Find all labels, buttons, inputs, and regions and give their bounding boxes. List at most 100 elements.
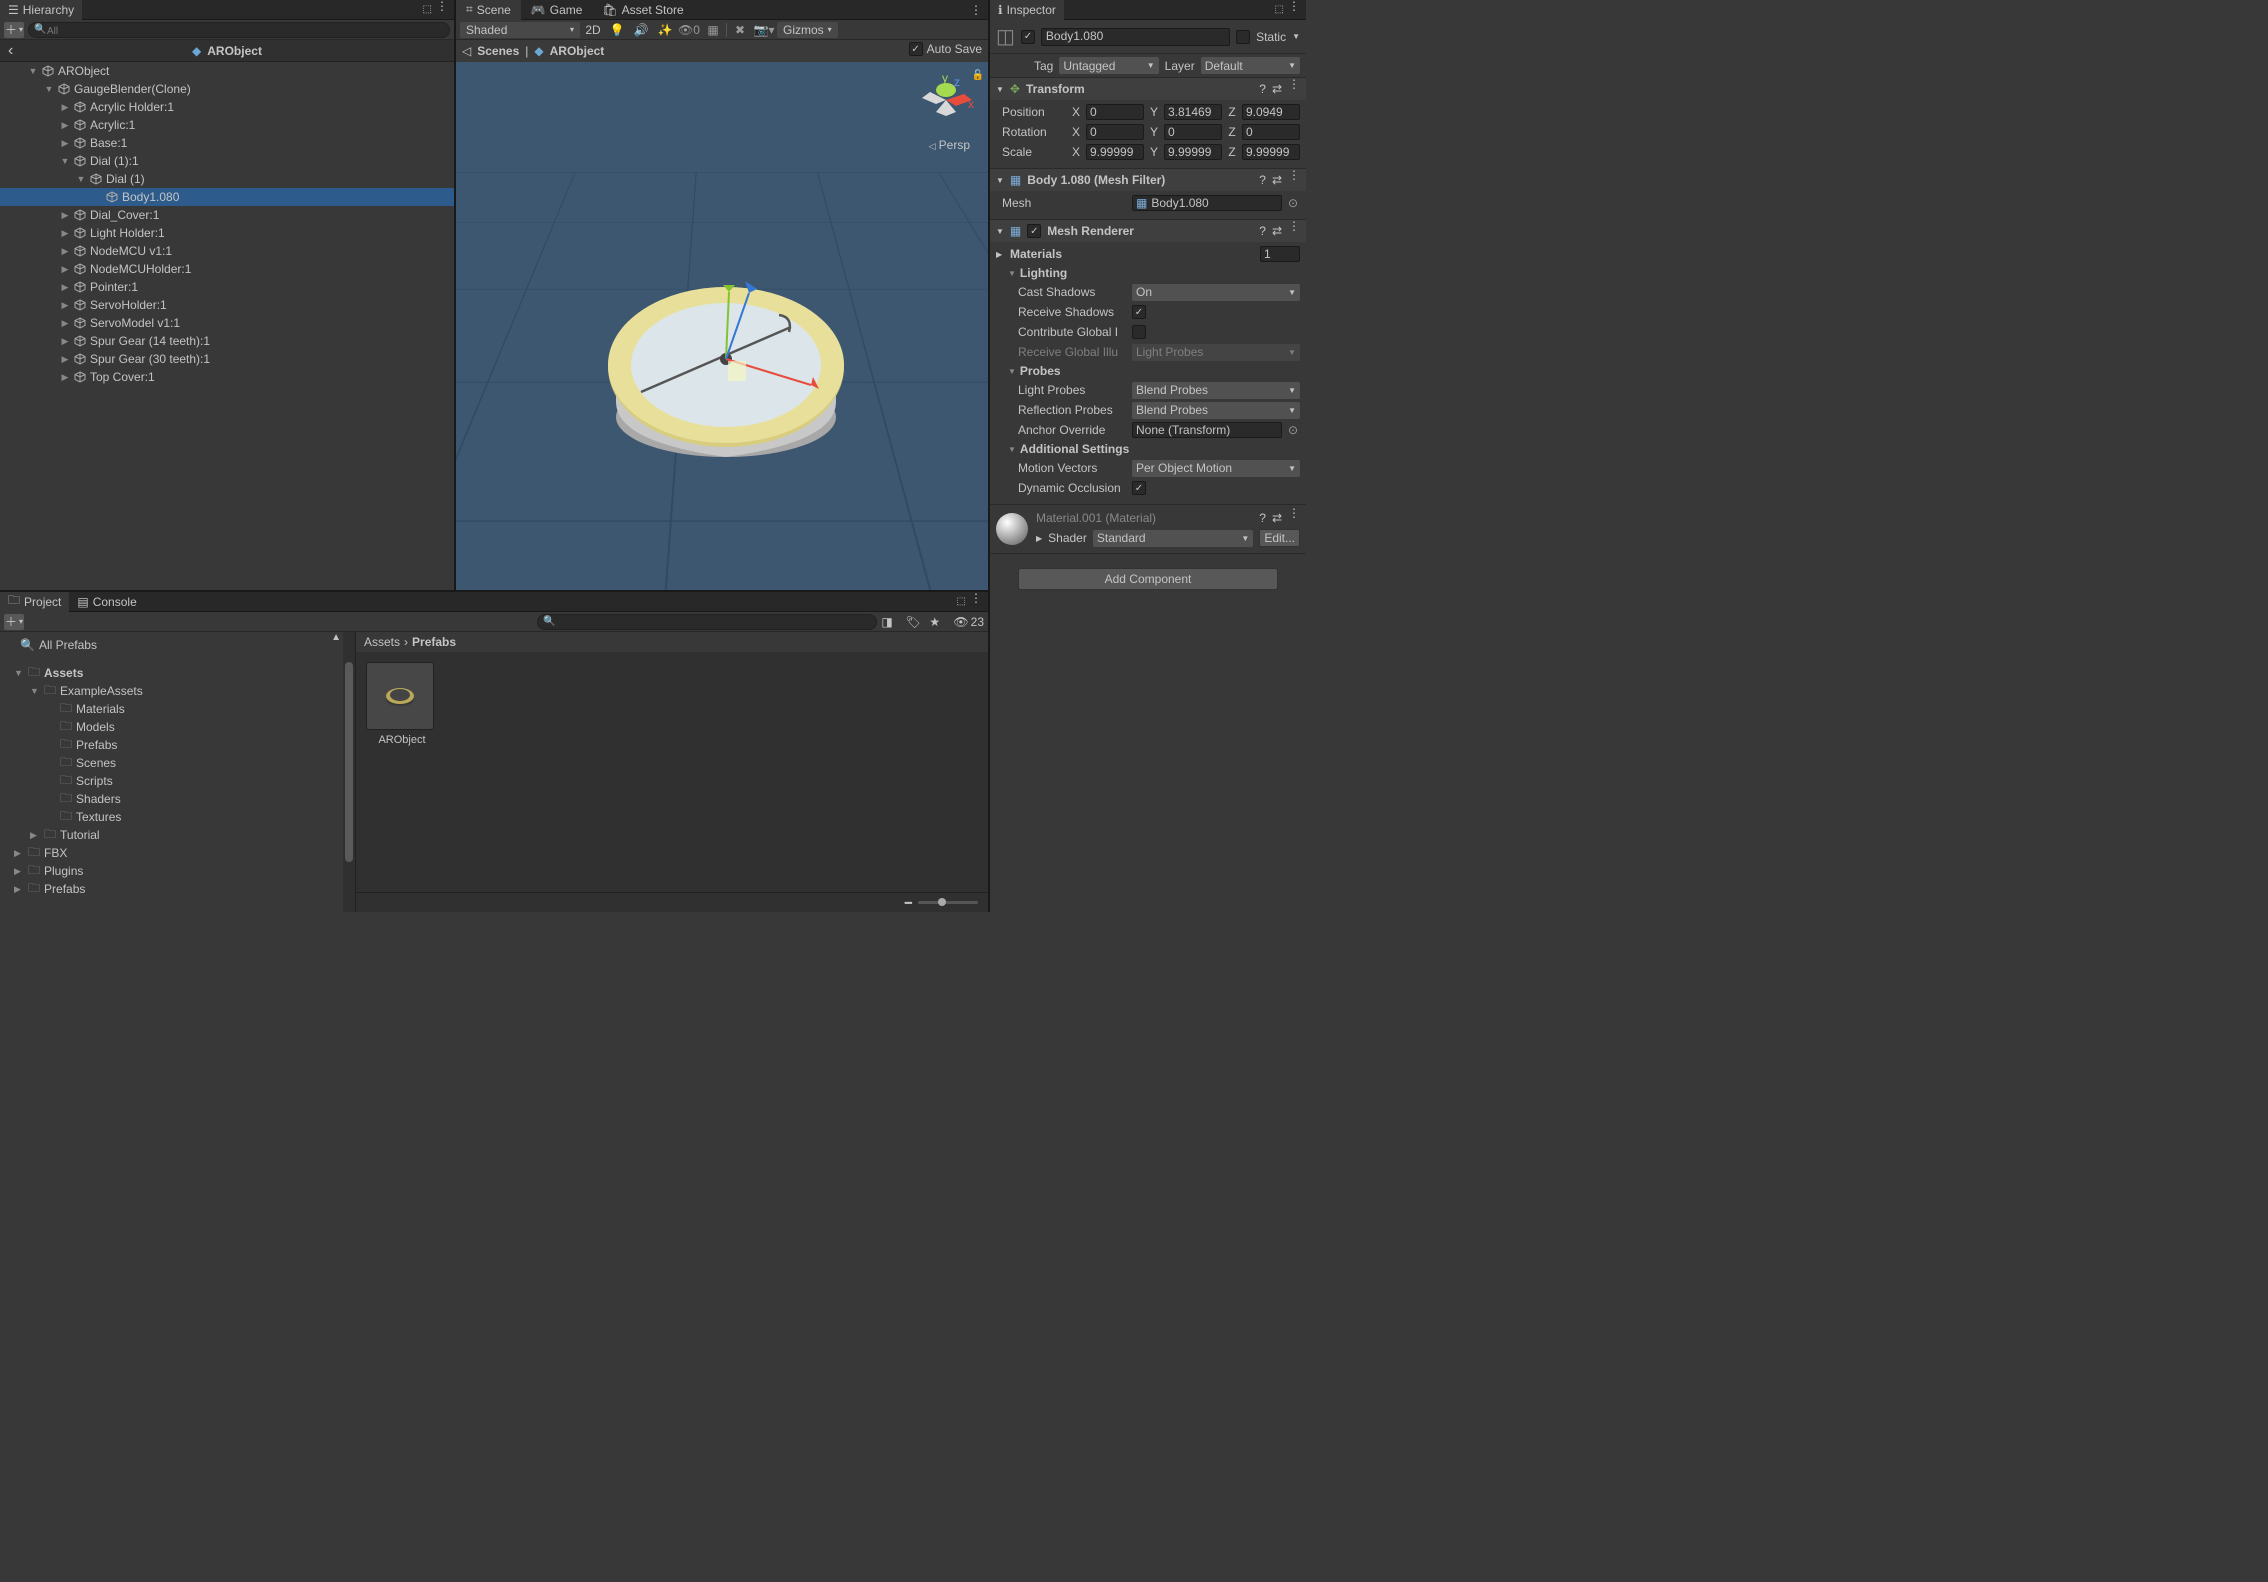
scale-x-input[interactable]: 9.99999: [1086, 144, 1144, 160]
shading-dropdown[interactable]: Shaded▾: [460, 22, 580, 38]
console-tab[interactable]: ▤ Console: [69, 592, 144, 612]
materials-count[interactable]: 1: [1260, 246, 1300, 262]
project-search-input[interactable]: 🔍: [537, 614, 877, 630]
project-folder[interactable]: 🗀 Models: [0, 718, 355, 736]
recvshadows-checkbox[interactable]: [1132, 305, 1146, 319]
foldout-icon[interactable]: ▶: [60, 102, 70, 113]
light-toggle-icon[interactable]: 💡: [606, 22, 628, 38]
hidden-toggle-icon[interactable]: 👁0: [678, 22, 700, 38]
object-name-input[interactable]: Body1.080: [1041, 28, 1230, 46]
scale-y-input[interactable]: 9.99999: [1164, 144, 1222, 160]
tools-icon[interactable]: ✖: [729, 22, 751, 38]
game-tab[interactable]: 🎮 Game: [521, 0, 593, 20]
project-tree[interactable]: 🔍 All Prefabs ▼ 🗀 Assets▼ 🗀 ExampleAsset…: [0, 632, 356, 912]
project-folder[interactable]: 🗀 Shaders: [0, 790, 355, 808]
project-folder[interactable]: ▼ 🗀 Assets: [0, 664, 355, 682]
transform-header[interactable]: ▼ ✥ Transform ?⇄⋮: [990, 78, 1306, 100]
inspector-tab[interactable]: ℹ Inspector: [990, 0, 1064, 20]
breadcrumb-prefab[interactable]: ARObject: [550, 44, 605, 58]
project-grid[interactable]: ARObject: [356, 652, 988, 892]
help-icon[interactable]: ?: [1259, 173, 1266, 187]
castshadows-dropdown[interactable]: On▼: [1132, 284, 1300, 301]
foldout-icon[interactable]: ▶: [14, 866, 24, 877]
hierarchy-item[interactable]: ▼ GaugeBlender(Clone): [0, 80, 454, 98]
foldout-icon[interactable]: ▶: [60, 282, 70, 293]
scene-viewport[interactable]: x y z 🔓 ◁ Persp: [456, 62, 988, 590]
foldout-icon[interactable]: ▼: [76, 174, 86, 184]
context-menu-icon[interactable]: ⋮: [436, 4, 448, 15]
pos-z-input[interactable]: 9.0949: [1242, 104, 1300, 120]
back-arrow-icon[interactable]: ‹: [8, 42, 13, 60]
foldout-icon[interactable]: ▼: [14, 668, 24, 678]
breadcrumb-scenes[interactable]: Scenes: [477, 44, 519, 58]
autosave-toggle[interactable]: Auto Save: [909, 42, 982, 56]
additional-section[interactable]: Additional Settings: [996, 440, 1300, 458]
orientation-gizmo[interactable]: x y z: [916, 72, 976, 132]
fx-toggle-icon[interactable]: ✨: [654, 22, 676, 38]
project-tree-scrollbar[interactable]: [343, 632, 355, 912]
audio-toggle-icon[interactable]: 🔊: [630, 22, 652, 38]
preset-icon[interactable]: ⇄: [1272, 82, 1282, 96]
anchor-field[interactable]: None (Transform): [1132, 422, 1282, 438]
hierarchy-item[interactable]: Body1.080: [0, 188, 454, 206]
foldout-icon[interactable]: ▶: [14, 884, 24, 895]
project-create-dropdown[interactable]: ＋: [4, 614, 24, 630]
breadcrumb-part[interactable]: Prefabs: [412, 635, 456, 649]
menu-icon[interactable]: ⋮: [1288, 224, 1300, 238]
project-folder[interactable]: 🗀 Textures: [0, 808, 355, 826]
project-tab[interactable]: 🗀 Project: [0, 592, 69, 612]
inspector-context-icon[interactable]: ⋮: [1288, 4, 1300, 15]
foldout-icon[interactable]: ▶: [60, 336, 70, 347]
project-folder[interactable]: 🗀 Scripts: [0, 772, 355, 790]
foldout-icon[interactable]: ▶: [60, 264, 70, 275]
hierarchy-tab[interactable]: ☰ Hierarchy: [0, 0, 82, 20]
meshfilter-header[interactable]: ▼ ▦ Body 1.080 (Mesh Filter) ?⇄⋮: [990, 169, 1306, 191]
foldout-icon[interactable]: ▶: [14, 848, 24, 859]
foldout-icon[interactable]: ▼: [28, 66, 38, 76]
project-folder[interactable]: 🗀 Materials: [0, 700, 355, 718]
filter-by-type-icon[interactable]: ◨: [881, 615, 901, 629]
lock-icon[interactable]: ⬚: [957, 596, 966, 607]
shader-dropdown[interactable]: Standard▼: [1093, 530, 1253, 547]
hierarchy-item[interactable]: ▶ Dial_Cover:1: [0, 206, 454, 224]
hierarchy-search-input[interactable]: 🔍 All: [28, 22, 450, 38]
object-picker-icon[interactable]: ⊙: [1286, 423, 1300, 437]
foldout-icon[interactable]: ▶: [60, 246, 70, 257]
project-folder[interactable]: ▼ 🗀 ExampleAssets: [0, 682, 355, 700]
thumbnail-size-slider[interactable]: [918, 901, 978, 904]
hierarchy-item[interactable]: ▶ Pointer:1: [0, 278, 454, 296]
lighting-section[interactable]: Lighting: [996, 264, 1300, 282]
foldout-icon[interactable]: ▶: [60, 318, 70, 329]
foldout-icon[interactable]: ▶: [60, 228, 70, 239]
foldout-icon[interactable]: ▶: [60, 138, 70, 149]
scene-tab[interactable]: ⌗ Scene: [456, 0, 521, 20]
gauge-mesh[interactable]: [601, 237, 851, 487]
pos-y-input[interactable]: 3.81469: [1164, 104, 1222, 120]
hierarchy-item[interactable]: ▶ Spur Gear (30 teeth):1: [0, 350, 454, 368]
object-picker-icon[interactable]: ⊙: [1286, 196, 1300, 210]
autosave-checkbox[interactable]: [909, 42, 923, 56]
foldout-icon[interactable]: ▶: [60, 354, 70, 365]
hierarchy-item[interactable]: ▼ Dial (1): [0, 170, 454, 188]
motion-dropdown[interactable]: Per Object Motion▼: [1132, 460, 1300, 477]
back-icon[interactable]: ◁: [462, 44, 471, 58]
foldout-icon[interactable]: ▼: [44, 84, 54, 94]
project-folder[interactable]: 🗀 Scenes: [0, 754, 355, 772]
project-folder[interactable]: ▶ 🗀 Plugins: [0, 862, 355, 880]
hierarchy-item[interactable]: ▶ Top Cover:1: [0, 368, 454, 386]
menu-icon[interactable]: ⋮: [1288, 511, 1300, 525]
hierarchy-item[interactable]: ▶ Light Holder:1: [0, 224, 454, 242]
help-icon[interactable]: ?: [1259, 82, 1266, 96]
project-folder[interactable]: ▶ 🗀 FBX: [0, 844, 355, 862]
preset-icon[interactable]: ⇄: [1272, 511, 1282, 525]
foldout-icon[interactable]: ▶: [60, 120, 70, 131]
edit-shader-button[interactable]: Edit...: [1259, 529, 1300, 547]
pos-x-input[interactable]: 0: [1086, 104, 1144, 120]
help-icon[interactable]: ?: [1259, 511, 1266, 525]
meshrenderer-enabled[interactable]: [1027, 224, 1041, 238]
filter-by-label-icon[interactable]: 🏷: [905, 615, 925, 629]
hierarchy-item[interactable]: ▶ Spur Gear (14 teeth):1: [0, 332, 454, 350]
foldout-icon[interactable]: ▼: [60, 156, 70, 166]
lock-icon[interactable]: ⬚: [423, 4, 432, 15]
foldout-icon[interactable]: ▶: [60, 372, 70, 383]
